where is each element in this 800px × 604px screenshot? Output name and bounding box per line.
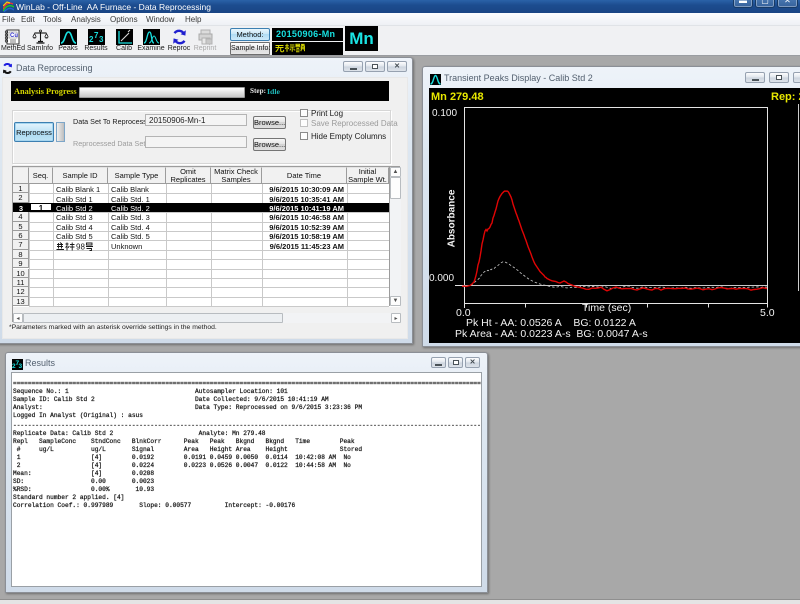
svg-text:3: 3 (19, 363, 23, 370)
svg-text:98: 98 (76, 243, 85, 252)
svg-text:Cu: Cu (10, 33, 18, 39)
svg-text:3: 3 (99, 35, 104, 44)
